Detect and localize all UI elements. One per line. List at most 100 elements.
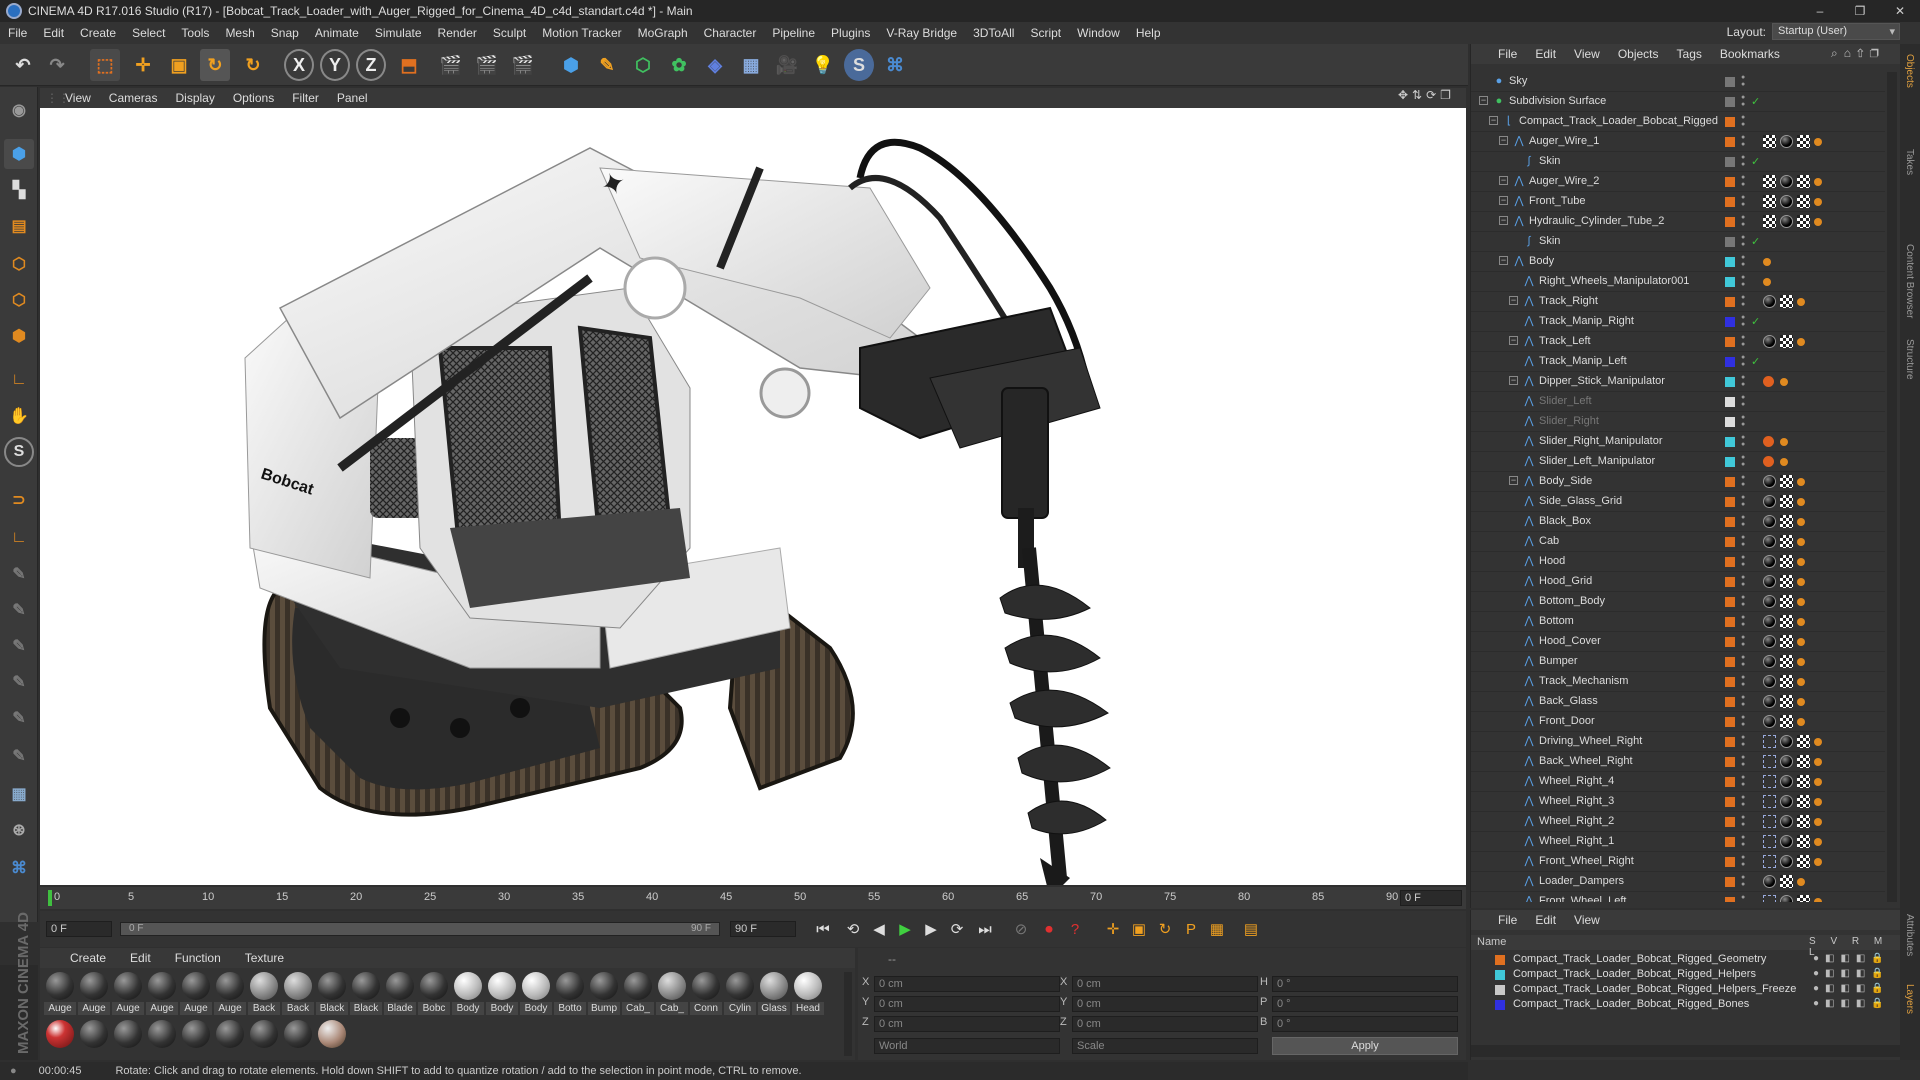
texture-tag-icon[interactable] xyxy=(1797,895,1810,902)
model-mode-icon[interactable]: ⬢ xyxy=(4,139,34,169)
redo-icon[interactable]: ↷ xyxy=(42,49,72,81)
xpresso-tag-icon[interactable] xyxy=(1797,338,1805,346)
material-swatch[interactable]: Auge xyxy=(146,972,178,1015)
texture-tag-icon[interactable] xyxy=(1780,535,1793,548)
object-menu-file[interactable]: File xyxy=(1489,47,1526,61)
material-tag-icon[interactable] xyxy=(1763,715,1776,728)
timeline-ruler[interactable]: 0 5 10 15 20 25 30 35 40 45 50 55 60 65 70 75 80 85 90 0 F xyxy=(40,887,1466,909)
texture-tag-icon[interactable] xyxy=(1780,695,1793,708)
material-tag-icon[interactable] xyxy=(1763,535,1776,548)
visibility-dots-icon[interactable]: ●● xyxy=(1741,474,1745,488)
texture-tag-icon[interactable] xyxy=(1797,795,1810,808)
object-row[interactable]: ⋀ Slider_Left_Manipulator ● ● xyxy=(1471,452,1885,472)
object-row[interactable]: ⋀ Cab ● ● xyxy=(1471,532,1885,552)
object-row[interactable]: ⋀ Wheel_Right_2 ● ● xyxy=(1471,812,1885,832)
visibility-dots-icon[interactable]: ●● xyxy=(1741,114,1745,128)
expand-toggle-icon[interactable]: − xyxy=(1499,136,1508,145)
visibility-dots-icon[interactable]: ●● xyxy=(1741,534,1745,548)
menu-select[interactable]: Select xyxy=(124,26,173,40)
visibility-dots-icon[interactable]: ●● xyxy=(1741,834,1745,848)
menu-v-ray-bridge[interactable]: V-Ray Bridge xyxy=(878,26,965,40)
object-row[interactable]: − ⋀ Auger_Wire_1 ● ● xyxy=(1471,132,1885,152)
layer-toggle-icons[interactable]: ●◧◧◧🔒 xyxy=(1813,998,1890,1009)
xpresso-tag-icon[interactable] xyxy=(1814,198,1822,206)
material-swatch[interactable]: Black xyxy=(316,972,348,1015)
texture-tag-icon[interactable] xyxy=(1780,715,1793,728)
subdivision-icon[interactable]: ⬡ xyxy=(628,49,658,81)
size-mode-dropdown[interactable]: Scale xyxy=(1072,1038,1258,1054)
menu-help[interactable]: Help xyxy=(1128,26,1169,40)
object-row[interactable]: ⋀ Front_Door ● ● xyxy=(1471,712,1885,732)
texture-tag-icon[interactable] xyxy=(1780,515,1793,528)
xpresso-tag-icon[interactable] xyxy=(1797,618,1805,626)
record-icon[interactable]: ⏺ xyxy=(1036,917,1062,941)
side-tab-content-browser[interactable]: Content Browser xyxy=(1904,244,1915,318)
expand-toggle-icon[interactable]: − xyxy=(1509,476,1518,485)
expand-toggle-icon[interactable]: − xyxy=(1479,96,1488,105)
xpresso-tag-icon[interactable] xyxy=(1797,698,1805,706)
prev-frame-icon[interactable]: ◀ xyxy=(866,917,892,941)
object-row[interactable]: ⋀ Wheel_Right_4 ● ● xyxy=(1471,772,1885,792)
object-row[interactable]: ⋀ Bumper ● ● xyxy=(1471,652,1885,672)
pen-spline-icon[interactable]: ✎ xyxy=(592,49,622,81)
material-tag-icon[interactable] xyxy=(1780,135,1793,148)
visibility-dots-icon[interactable]: ●● xyxy=(1741,434,1745,448)
3d-viewport[interactable]: Bobcat ✦ xyxy=(40,108,1466,885)
object-row[interactable]: ⋀ Side_Glass_Grid ● ● xyxy=(1471,492,1885,512)
material-swatch[interactable] xyxy=(316,1020,348,1048)
object-row[interactable]: − ⋀ Dipper_Stick_Manipulator ● ● xyxy=(1471,372,1885,392)
object-row[interactable]: ⋀ Track_Mechanism ● ● xyxy=(1471,672,1885,692)
object-row[interactable]: ⋀ Hood_Grid ● ● xyxy=(1471,572,1885,592)
object-menu-edit[interactable]: Edit xyxy=(1526,47,1565,61)
menu-motion-tracker[interactable]: Motion Tracker xyxy=(534,26,629,40)
layer-row[interactable]: Compact_Track_Loader_Bobcat_Rigged_Bones… xyxy=(1471,997,1901,1012)
axis-mode-icon[interactable]: ∟ xyxy=(4,365,34,395)
constraint-tag-icon[interactable] xyxy=(1763,456,1774,467)
object-row[interactable]: ⋀ Slider_Right ● ● xyxy=(1471,412,1885,432)
coord-pos-x-field[interactable]: 0 cm xyxy=(874,976,1060,992)
material-swatch[interactable]: Botto xyxy=(554,972,586,1015)
floor-icon[interactable]: ▦ xyxy=(736,49,766,81)
xpresso-tag-icon[interactable] xyxy=(1797,478,1805,486)
object-row[interactable]: − ⋀ Hydraulic_Cylinder_Tube_2 ● ● xyxy=(1471,212,1885,232)
visibility-dots-icon[interactable]: ●● xyxy=(1741,814,1745,828)
material-tag-icon[interactable] xyxy=(1763,475,1776,488)
menu-pipeline[interactable]: Pipeline xyxy=(764,26,823,40)
enabled-check-icon[interactable]: ✓ xyxy=(1751,155,1760,168)
menu-3dtoall[interactable]: 3DToAll xyxy=(965,26,1022,40)
z-axis-icon[interactable]: Z xyxy=(356,49,386,81)
texture-tag-icon[interactable] xyxy=(1797,135,1810,148)
object-row[interactable]: − ⋀ Body ● ● xyxy=(1471,252,1885,272)
texture-tag-icon[interactable] xyxy=(1797,735,1810,748)
viewport-nav-icons[interactable]: ✥⇅⟳❐ xyxy=(1398,88,1455,102)
object-row[interactable]: ⋀ Hood ● ● xyxy=(1471,552,1885,572)
object-menu-objects[interactable]: Objects xyxy=(1609,47,1668,61)
texture-tag-icon[interactable] xyxy=(1797,815,1810,828)
texture-tag-icon[interactable] xyxy=(1780,295,1793,308)
object-row[interactable]: ∫ Skin ● ● ✓ xyxy=(1471,152,1885,172)
material-swatch[interactable]: Auge xyxy=(180,972,212,1015)
uvw-tag-icon[interactable] xyxy=(1763,895,1776,902)
material-swatch[interactable]: Back xyxy=(248,972,280,1015)
xpresso-tag-icon[interactable] xyxy=(1814,798,1822,806)
points-mode-icon[interactable]: ⬡ xyxy=(4,249,34,279)
visibility-dots-icon[interactable]: ●● xyxy=(1741,374,1745,388)
current-frame-field[interactable]: 0 F xyxy=(1400,890,1462,906)
snap-icon[interactable]: S xyxy=(4,437,34,467)
viewport-menu-cameras[interactable]: Cameras xyxy=(100,91,167,105)
layer-row[interactable]: Compact_Track_Loader_Bobcat_Rigged_Geome… xyxy=(1471,952,1901,967)
layer-menu-edit[interactable]: Edit xyxy=(1526,913,1565,927)
y-axis-icon[interactable]: Y xyxy=(320,49,350,81)
material-tag-icon[interactable] xyxy=(1763,615,1776,628)
texture-tag-icon[interactable] xyxy=(1797,215,1810,228)
material-menu-texture[interactable]: Texture xyxy=(233,951,296,965)
material-tag-icon[interactable] xyxy=(1780,895,1793,902)
layer-toggle-icons[interactable]: ●◧◧◧🔒 xyxy=(1813,953,1890,964)
menu-script[interactable]: Script xyxy=(1022,26,1069,40)
polygons-mode-icon[interactable]: ⬢ xyxy=(4,321,34,351)
material-swatch[interactable] xyxy=(282,1020,314,1048)
uvw-tag-icon[interactable] xyxy=(1763,775,1776,788)
visibility-dots-icon[interactable]: ●● xyxy=(1741,874,1745,888)
xpresso-tag-icon[interactable] xyxy=(1814,738,1822,746)
texture-tag-icon[interactable] xyxy=(1780,635,1793,648)
